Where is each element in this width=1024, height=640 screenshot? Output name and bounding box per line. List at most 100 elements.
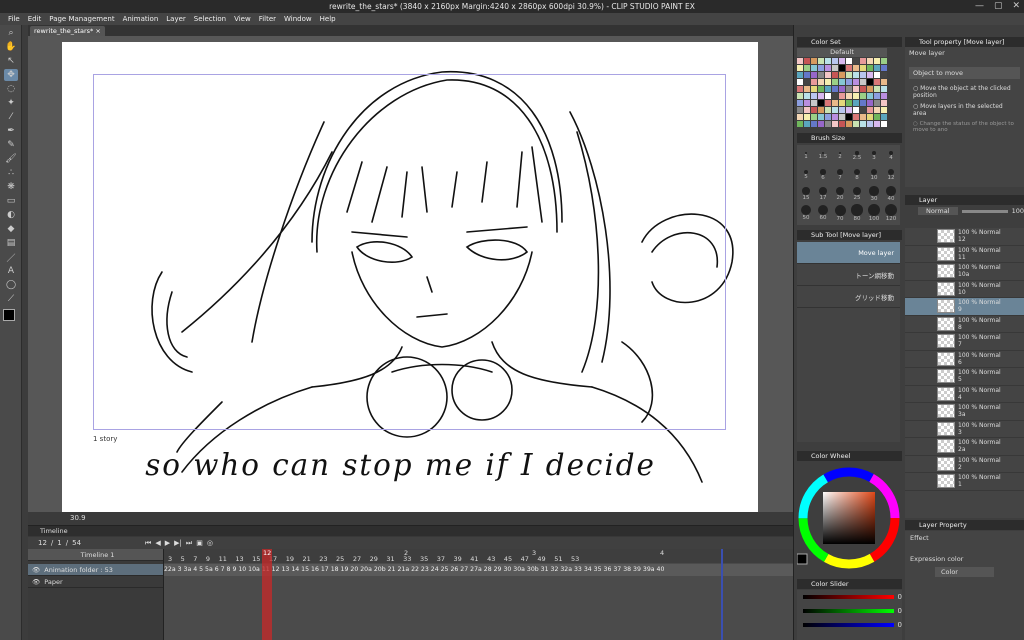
move-layer-icon[interactable]: ✥: [4, 69, 18, 81]
brush-size-preset[interactable]: 4: [883, 147, 899, 165]
color-swatch[interactable]: [839, 72, 845, 78]
color-swatch[interactable]: [853, 100, 859, 106]
color-swatch[interactable]: [846, 86, 852, 92]
color-swatch[interactable]: [797, 58, 803, 64]
color-swatch[interactable]: [797, 79, 803, 85]
color-swatch[interactable]: [846, 65, 852, 71]
correct-line-icon[interactable]: ⟋: [4, 293, 18, 305]
color-swatch[interactable]: [874, 65, 880, 71]
color-swatch[interactable]: [860, 79, 866, 85]
color-swatch[interactable]: [839, 86, 845, 92]
color-swatch[interactable]: [818, 79, 824, 85]
brush-icon[interactable]: 🖌: [4, 153, 18, 165]
eye-icon[interactable]: 👁: [32, 566, 40, 574]
track-row-paper[interactable]: 👁 Paper: [28, 576, 163, 588]
document-tab[interactable]: rewrite_the_stars* ×: [30, 26, 105, 36]
close-icon[interactable]: ✕: [1012, 1, 1020, 11]
end-frame-marker[interactable]: [721, 549, 723, 640]
color-swatch[interactable]: [825, 65, 831, 71]
fill-icon[interactable]: ◆: [4, 223, 18, 235]
brush-size-preset[interactable]: 6: [815, 166, 831, 184]
color-swatch[interactable]: [867, 65, 873, 71]
balloon-icon[interactable]: ◯: [4, 279, 18, 291]
color-swatch[interactable]: [804, 72, 810, 78]
color-swatch[interactable]: [874, 58, 880, 64]
color-swatch[interactable]: [839, 58, 845, 64]
color-swatch[interactable]: [839, 79, 845, 85]
maximize-icon[interactable]: ▢: [994, 1, 1003, 11]
cell-row[interactable]: 22a 3 3a 4 5 5a 6 7 8 9 10 10a 11 12 13 …: [164, 564, 793, 576]
play-last-icon[interactable]: ⏭: [186, 539, 192, 548]
color-swatch[interactable]: [874, 100, 880, 106]
color-swatch[interactable]: [846, 121, 852, 127]
color-swatch[interactable]: [804, 121, 810, 127]
color-swatch[interactable]: [832, 114, 838, 120]
color-swatch[interactable]: [811, 107, 817, 113]
color-swatch[interactable]: [860, 72, 866, 78]
color-swatch[interactable]: [804, 58, 810, 64]
pen-icon[interactable]: ✒: [4, 125, 18, 137]
color-swatch[interactable]: [804, 65, 810, 71]
color-swatch[interactable]: [811, 93, 817, 99]
color-swatch[interactable]: [881, 107, 887, 113]
color-swatch[interactable]: [832, 121, 838, 127]
color-swatch[interactable]: [881, 72, 887, 78]
layer-row[interactable]: 100 % Normal 9: [905, 298, 1024, 316]
option-clicked-position[interactable]: ○ Move the object at the clicked positio…: [905, 83, 1024, 101]
hand-icon[interactable]: ✋: [4, 41, 18, 53]
play-first-icon[interactable]: ⏮: [145, 539, 151, 548]
text-icon[interactable]: A: [4, 265, 18, 277]
color-swatch[interactable]: [874, 121, 880, 127]
color-swatch[interactable]: [832, 58, 838, 64]
color-swatch[interactable]: [846, 79, 852, 85]
color-swatch[interactable]: [804, 107, 810, 113]
menu-help[interactable]: Help: [316, 13, 340, 25]
brush-size-preset[interactable]: 2: [832, 147, 848, 165]
brush-size-preset[interactable]: 25: [849, 185, 865, 203]
menu-page-management[interactable]: Page Management: [45, 13, 118, 25]
zoom-value[interactable]: 30.9: [70, 514, 86, 522]
menu-layer[interactable]: Layer: [162, 13, 190, 25]
color-swatch[interactable]: [818, 100, 824, 106]
color-swatch[interactable]: [839, 65, 845, 71]
color-swatch[interactable]: [860, 114, 866, 120]
color-swatch[interactable]: [825, 121, 831, 127]
layer-row[interactable]: 100 % Normal 10: [905, 281, 1024, 298]
color-swatch[interactable]: [811, 86, 817, 92]
main-color-swatch[interactable]: [3, 309, 15, 321]
menu-animation[interactable]: Animation: [119, 13, 163, 25]
color-swatch[interactable]: [811, 58, 817, 64]
color-swatch[interactable]: [839, 121, 845, 127]
current-frame[interactable]: 12: [38, 539, 47, 547]
close-tab-icon[interactable]: ×: [95, 27, 100, 35]
color-chips[interactable]: [3, 309, 21, 339]
brush-size-preset[interactable]: 8: [849, 166, 865, 184]
color-swatch[interactable]: [832, 86, 838, 92]
layer-row[interactable]: 100 % Normal 4: [905, 386, 1024, 403]
brush-size-preset[interactable]: 120: [883, 204, 899, 222]
brush-size-preset[interactable]: 80: [849, 204, 865, 222]
color-swatch[interactable]: [804, 114, 810, 120]
color-swatch[interactable]: [874, 114, 880, 120]
color-swatch[interactable]: [860, 100, 866, 106]
color-swatch[interactable]: [846, 72, 852, 78]
blend-mode-select[interactable]: Normal: [918, 207, 958, 215]
expression-color-select[interactable]: Color: [935, 567, 994, 577]
menu-selection[interactable]: Selection: [190, 13, 230, 25]
color-swatch[interactable]: [832, 65, 838, 71]
color-swatch[interactable]: [860, 58, 866, 64]
play-next-icon[interactable]: ▶|: [174, 539, 182, 547]
color-swatch[interactable]: [811, 100, 817, 106]
color-swatch[interactable]: [867, 114, 873, 120]
color-swatch[interactable]: [860, 93, 866, 99]
layer-row[interactable]: 100 % Normal 2a: [905, 438, 1024, 456]
color-swatch[interactable]: [881, 79, 887, 85]
layer-row[interactable]: 100 % Normal 11: [905, 246, 1024, 263]
color-swatch[interactable]: [874, 86, 880, 92]
pencil-icon[interactable]: ✎: [4, 139, 18, 151]
start-frame[interactable]: 1: [57, 539, 61, 547]
color-swatch[interactable]: [832, 100, 838, 106]
color-swatch[interactable]: [874, 79, 880, 85]
track-row-animation-folder[interactable]: 👁 Animation folder : 53: [28, 564, 163, 576]
opacity-slider[interactable]: [961, 209, 1008, 213]
